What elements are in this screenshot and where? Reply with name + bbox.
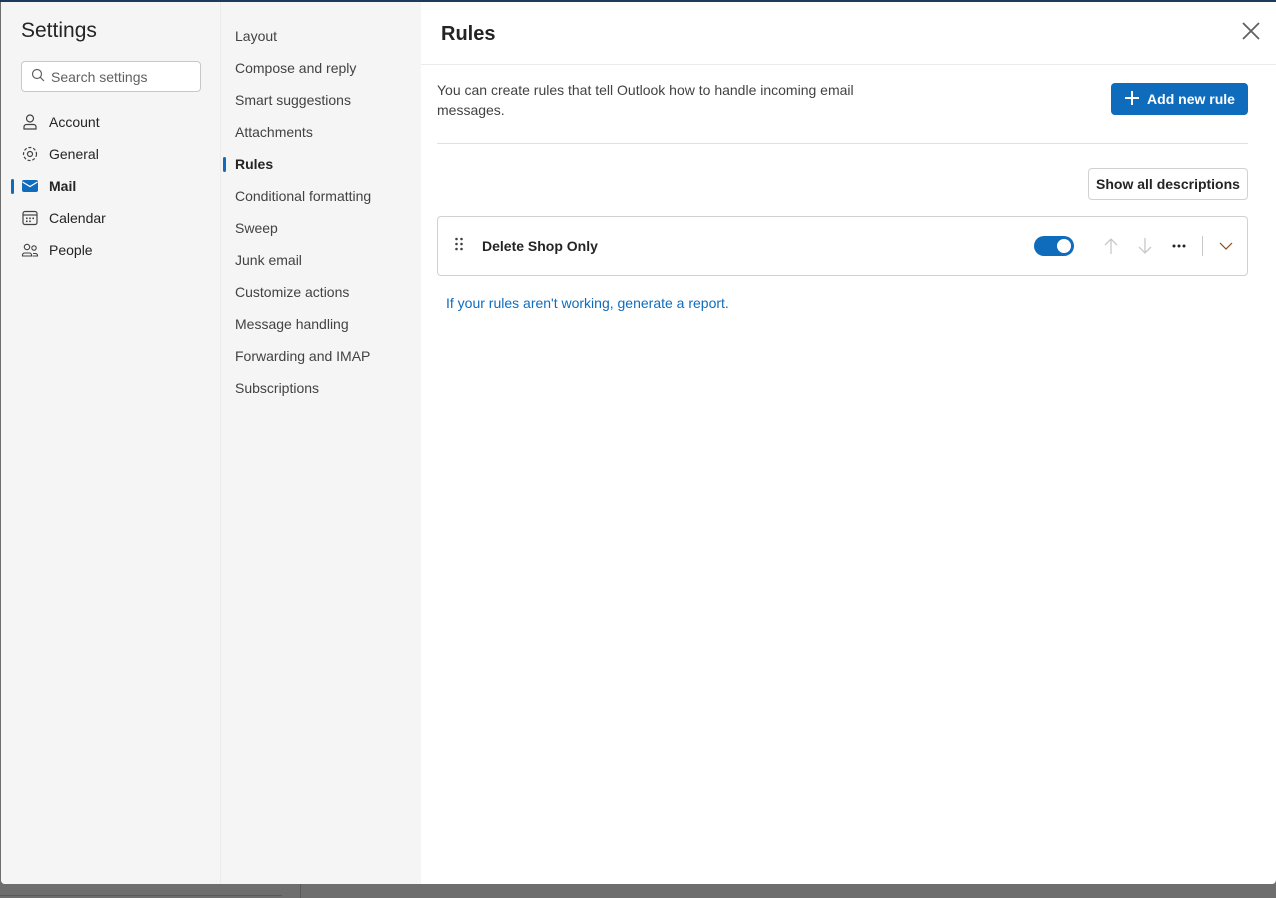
subnav-compose-and-reply[interactable]: Compose and reply xyxy=(221,52,421,84)
subnav-attachments[interactable]: Attachments xyxy=(221,116,421,148)
search-icon xyxy=(31,68,45,85)
header-divider xyxy=(421,64,1276,65)
drag-handle-icon[interactable] xyxy=(454,237,468,256)
person-icon xyxy=(21,113,39,131)
subnav-message-handling[interactable]: Message handling xyxy=(221,308,421,340)
subnav-junk-email[interactable]: Junk email xyxy=(221,244,421,276)
sidebar-item-general[interactable]: General xyxy=(21,138,200,170)
settings-dialog: Settings Account General Mail Calendar P… xyxy=(1,2,1276,884)
add-new-rule-label: Add new rule xyxy=(1147,91,1235,107)
add-new-rule-button[interactable]: Add new rule xyxy=(1111,83,1248,115)
rules-panel: Rules You can create rules that tell Out… xyxy=(421,2,1276,884)
calendar-icon xyxy=(21,209,39,227)
rule-enabled-toggle[interactable] xyxy=(1034,236,1074,256)
sidebar-item-mail[interactable]: Mail xyxy=(11,170,200,202)
subnav-subscriptions[interactable]: Subscriptions xyxy=(221,372,421,404)
sidebar-item-calendar[interactable]: Calendar xyxy=(21,202,200,234)
page-title: Rules xyxy=(441,23,496,45)
move-up-icon[interactable] xyxy=(1094,230,1128,262)
sidebar-item-account[interactable]: Account xyxy=(21,106,200,138)
settings-sidebar: Settings Account General Mail Calendar P… xyxy=(1,2,221,884)
subnav-forwarding-and-imap[interactable]: Forwarding and IMAP xyxy=(221,340,421,372)
generate-report-link[interactable]: If your rules aren't working, generate a… xyxy=(446,295,729,311)
sidebar-item-label: Account xyxy=(49,114,100,130)
sidebar-item-label: Mail xyxy=(49,178,77,194)
move-down-icon[interactable] xyxy=(1128,230,1162,262)
chevron-down-icon[interactable] xyxy=(1209,230,1243,262)
sidebar-item-label: General xyxy=(49,146,99,162)
rules-description: You can create rules that tell Outlook h… xyxy=(437,82,854,118)
people-icon xyxy=(21,241,39,259)
divider xyxy=(437,143,1248,144)
subnav-conditional-formatting[interactable]: Conditional formatting xyxy=(221,180,421,212)
plus-icon xyxy=(1124,90,1140,109)
search-input[interactable] xyxy=(51,68,191,85)
subnav-smart-suggestions[interactable]: Smart suggestions xyxy=(221,84,421,116)
gear-icon xyxy=(21,145,39,163)
divider xyxy=(1202,236,1203,256)
background-window-edge xyxy=(300,884,301,898)
close-icon[interactable] xyxy=(1242,22,1260,45)
mail-subnav: Layout Compose and reply Smart suggestio… xyxy=(221,2,421,884)
subnav-rules[interactable]: Rules xyxy=(221,148,421,180)
show-all-descriptions-button[interactable]: Show all descriptions xyxy=(1088,168,1248,200)
rule-name: Delete Shop Only xyxy=(482,238,598,254)
subnav-layout[interactable]: Layout xyxy=(221,20,421,52)
subnav-sweep[interactable]: Sweep xyxy=(221,212,421,244)
mail-icon xyxy=(21,177,39,195)
search-box[interactable] xyxy=(21,61,201,92)
sidebar-item-people[interactable]: People xyxy=(21,234,200,266)
background-window-edge xyxy=(0,884,282,896)
more-options-icon[interactable] xyxy=(1162,230,1196,262)
settings-title: Settings xyxy=(21,19,97,42)
sidebar-item-label: People xyxy=(49,242,93,258)
sidebar-item-label: Calendar xyxy=(49,210,106,226)
subnav-customize-actions[interactable]: Customize actions xyxy=(221,276,421,308)
rule-row: Delete Shop Only xyxy=(437,216,1248,276)
